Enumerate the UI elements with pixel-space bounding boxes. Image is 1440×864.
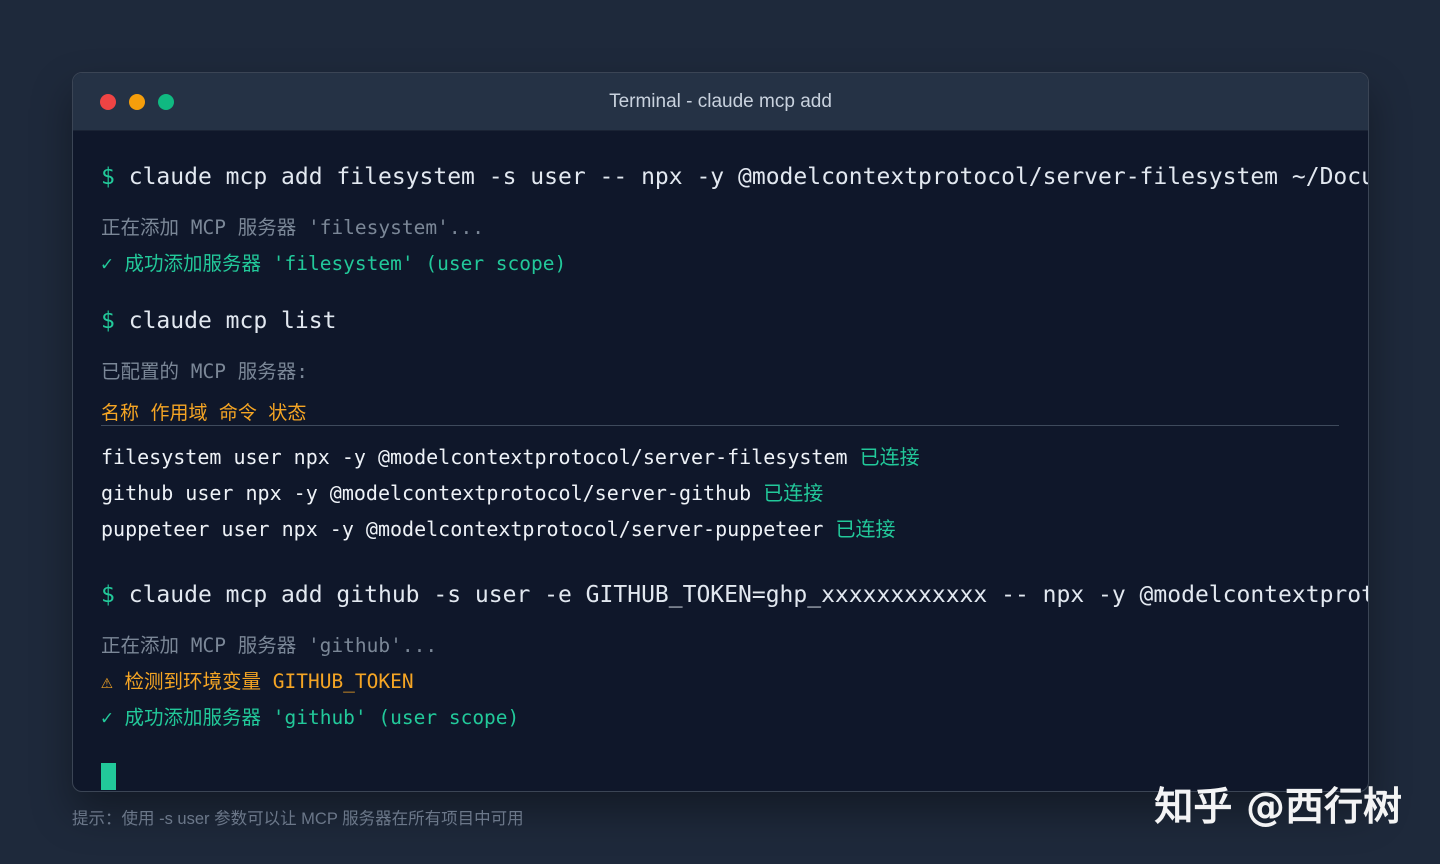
warning-text: 检测到环境变量 GITHUB_TOKEN (124, 670, 414, 693)
command-line: $ claude mcp add github -s user -e GITHU… (101, 582, 1369, 608)
row-text: filesystem user npx -y @modelcontextprot… (101, 445, 848, 469)
warning-icon: ⚠ (101, 670, 113, 693)
command-line: $ claude mcp list (101, 308, 336, 334)
terminal-window: Terminal - claude mcp add $ claude mcp a… (72, 72, 1369, 792)
success-message: ✓ 成功添加服务器 'filesystem' (user scope) (101, 247, 566, 276)
status-badge: 已连接 (763, 481, 824, 505)
check-icon: ✓ (101, 706, 113, 729)
window-title: Terminal - claude mcp add (609, 91, 832, 112)
row-text: github user npx -y @modelcontextprotocol… (101, 481, 752, 505)
adding-message: 正在添加 MCP 服务器 'github'... (101, 634, 438, 657)
terminal-output[interactable]: $ claude mcp add filesystem -s user -- n… (73, 131, 1368, 791)
adding-message: 正在添加 MCP 服务器 'filesystem'... (101, 216, 485, 239)
status-badge: 已连接 (859, 445, 920, 469)
table-row: puppeteer user npx -y @modelcontextproto… (101, 513, 896, 542)
prompt-symbol: $ (101, 164, 115, 190)
table-header: 名称 作用域 命令 状态 (101, 402, 307, 424)
command-line: $ claude mcp add filesystem -s user -- n… (101, 164, 1369, 190)
command-text: claude mcp add github -s user -e GITHUB_… (128, 582, 1369, 608)
prompt-symbol: $ (101, 582, 115, 608)
command-text: claude mcp list (128, 308, 337, 334)
success-message: ✓ 成功添加服务器 'github' (user scope) (101, 701, 519, 730)
table-row: github user npx -y @modelcontextprotocol… (101, 477, 823, 506)
terminal-cursor (101, 763, 116, 790)
success-text: 成功添加服务器 'filesystem' (user scope) (124, 252, 567, 275)
check-icon: ✓ (101, 252, 113, 275)
watermark: 知乎 @西行树 (1154, 785, 1402, 830)
command-text: claude mcp add filesystem -s user -- npx… (128, 164, 1369, 190)
header-divider (101, 425, 1339, 426)
status-badge: 已连接 (835, 517, 896, 541)
warning-message: ⚠ 检测到环境变量 GITHUB_TOKEN (101, 665, 414, 694)
table-row: filesystem user npx -y @modelcontextprot… (101, 441, 920, 470)
hint-text: 提示：使用 -s user 参数可以让 MCP 服务器在所有项目中可用 (72, 810, 524, 828)
title-bar[interactable]: Terminal - claude mcp add (73, 73, 1368, 131)
row-text: puppeteer user npx -y @modelcontextproto… (101, 517, 824, 541)
success-text: 成功添加服务器 'github' (user scope) (124, 706, 520, 729)
prompt-symbol: $ (101, 308, 115, 334)
configured-servers-label: 已配置的 MCP 服务器: (101, 360, 308, 383)
